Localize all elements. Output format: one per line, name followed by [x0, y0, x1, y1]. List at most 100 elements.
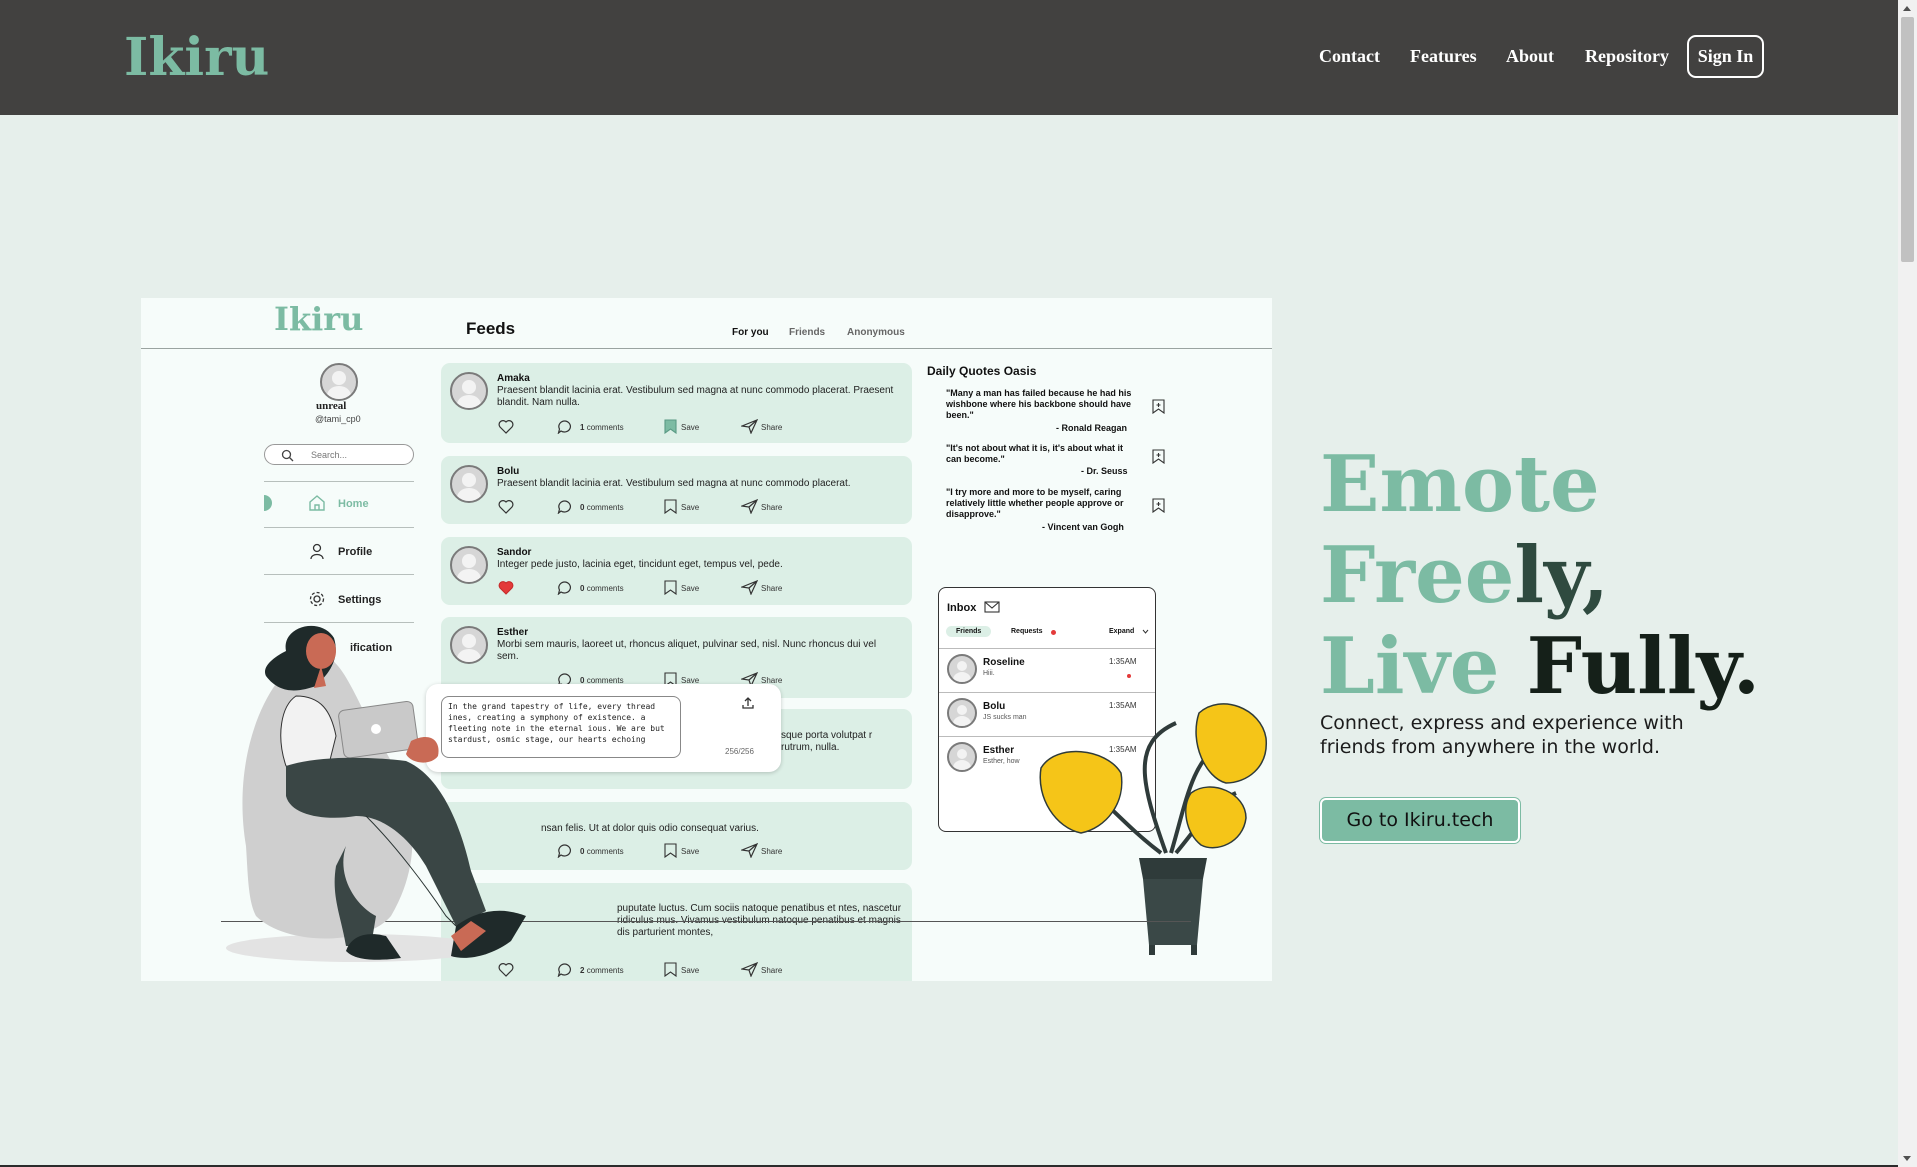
- save-label: Save: [681, 423, 700, 432]
- inbox-tab-requests: Requests: [1011, 628, 1043, 635]
- scroll-up-arrow-icon[interactable]: [1903, 6, 1911, 11]
- preview-quote-author: - Vincent van Gogh: [1042, 522, 1124, 532]
- hero-line-3: Live Fully.: [1320, 624, 1760, 710]
- message-preview: Hiii.: [983, 670, 995, 677]
- message-sender: Esther: [983, 745, 1015, 756]
- like-heart-icon: [498, 500, 514, 514]
- share-send-icon: [741, 962, 758, 977]
- post-text: Integer pede justo, lacinia eget, tincid…: [497, 559, 783, 570]
- preview-quotes-title: Daily Quotes Oasis: [927, 364, 1037, 378]
- woman-beanbag-illustration: [226, 625, 526, 962]
- share-send-icon: [741, 499, 758, 514]
- app-preview-image: Ikiru Feeds For you Friends Anonymous un…: [141, 298, 1272, 981]
- preview-sidebar-divider: [264, 527, 414, 528]
- save-label: Save: [681, 847, 700, 856]
- message-sender: Roseline: [983, 657, 1025, 668]
- post-avatar: [450, 465, 488, 503]
- share-label: Share: [761, 584, 783, 593]
- message-avatar: [947, 698, 977, 728]
- comment-bubble-icon: [557, 500, 571, 514]
- comment-bubble-icon: [557, 581, 571, 595]
- composer-char-count: 256/256: [725, 747, 754, 756]
- preview-search: Search...: [264, 444, 414, 465]
- chevron-down-icon: [1142, 629, 1149, 634]
- share-label: Share: [761, 847, 783, 856]
- nav-contact[interactable]: Contact: [1319, 46, 1380, 66]
- preview-post: Sandor Integer pede justo, lacinia eget,…: [441, 537, 912, 605]
- preview-quote: "Many a man has failed because he had hi…: [946, 388, 1132, 420]
- bookmark-icon: [664, 843, 677, 858]
- preview-user-handle: @tami_cp0: [315, 414, 361, 424]
- nav-features[interactable]: Features: [1410, 46, 1477, 66]
- preview-quote-author: - Ronald Reagan: [1056, 423, 1128, 433]
- comment-count: 0: [580, 503, 585, 512]
- search-icon: [281, 449, 294, 462]
- inbox-expand: Expand: [1109, 628, 1135, 635]
- sign-in-button[interactable]: Sign In: [1687, 35, 1764, 78]
- hero-line-3-part-a: Live: [1320, 621, 1527, 712]
- like-heart-filled-icon: [498, 581, 514, 595]
- post-text: Praesent blandit lacinia erat. Vestibulu…: [497, 478, 851, 489]
- preview-username: unreal: [316, 400, 347, 412]
- message-avatar: [947, 654, 977, 684]
- nav-about[interactable]: About: [1506, 46, 1554, 66]
- settings-gear-icon: [309, 591, 325, 607]
- preview-nav-settings: Settings: [338, 594, 382, 606]
- preview-quote-author: - Dr. Seuss: [1081, 466, 1128, 476]
- requests-badge-dot: [1051, 630, 1056, 635]
- site-logo[interactable]: Ikiru: [124, 28, 269, 88]
- hero-subtitle: Connect, express and experience with fri…: [1320, 712, 1684, 758]
- post-author: Sandor: [497, 547, 532, 558]
- comment-label: comments: [586, 584, 624, 593]
- bookmark-add-icon: [1152, 399, 1165, 414]
- comment-label: comments: [586, 423, 624, 432]
- unread-dot: [1127, 674, 1131, 678]
- preview-tab-friends: Friends: [789, 327, 826, 338]
- comment-count: 0: [580, 584, 585, 593]
- nav-repository[interactable]: Repository: [1585, 46, 1669, 66]
- save-label: Save: [681, 966, 700, 975]
- preview-sidebar-divider: [264, 481, 414, 482]
- preview-nav-home: Home: [338, 498, 369, 510]
- preview-feeds-title: Feeds: [466, 319, 516, 338]
- page-scrollbar[interactable]: [1898, 0, 1917, 1167]
- upload-icon: [742, 697, 754, 709]
- share-send-icon: [741, 580, 758, 595]
- preview-post: Bolu Praesent blandit lacinia erat. Vest…: [441, 456, 912, 524]
- preview-logo: Ikiru: [274, 300, 364, 338]
- post-avatar: [450, 372, 488, 410]
- comment-bubble-icon: [557, 420, 571, 434]
- go-to-ikiru-button[interactable]: Go to Ikiru.tech: [1320, 798, 1520, 843]
- save-label: Save: [681, 503, 700, 512]
- hero-line-3-part-b: Fully.: [1526, 621, 1761, 712]
- comment-label: comments: [586, 503, 624, 512]
- preview-quote: "It's not about what it is, it's about w…: [946, 443, 1124, 464]
- post-author: Bolu: [497, 466, 520, 477]
- preview-quote: "I try more and more to be myself, carin…: [946, 487, 1124, 519]
- save-label: Save: [681, 584, 700, 593]
- top-navbar: Ikiru Contact Features About Repository …: [0, 0, 1898, 115]
- hero-line-1: Emote: [1320, 439, 1600, 530]
- hero-line-2-part-a: Free: [1320, 530, 1515, 621]
- post-author: Amaka: [497, 373, 530, 384]
- bookmark-icon: [664, 962, 677, 977]
- share-send-icon: [741, 843, 758, 858]
- message-sender: Bolu: [983, 701, 1006, 712]
- bookmark-icon: [664, 580, 677, 595]
- preview-tab-for-you: For you: [732, 327, 769, 338]
- post-text: Praesent blandit lacinia erat. Vestibulu…: [497, 385, 894, 408]
- share-label: Share: [761, 503, 783, 512]
- bookmark-icon: [664, 499, 677, 514]
- bookmark-add-icon: [1152, 498, 1165, 513]
- scroll-down-arrow-icon[interactable]: [1903, 1156, 1911, 1161]
- scroll-thumb[interactable]: [1901, 17, 1914, 262]
- preview-active-indicator: [264, 495, 272, 511]
- preview-nav-profile: Profile: [338, 546, 373, 558]
- message-avatar: [947, 742, 977, 772]
- post-avatar: [450, 546, 488, 584]
- inbox-title: Inbox: [947, 602, 977, 614]
- bookmark-filled-icon: [664, 419, 677, 434]
- hero-line-2-part-b: ly,: [1514, 530, 1610, 621]
- bookmark-add-icon: [1152, 449, 1165, 464]
- share-label: Share: [761, 423, 783, 432]
